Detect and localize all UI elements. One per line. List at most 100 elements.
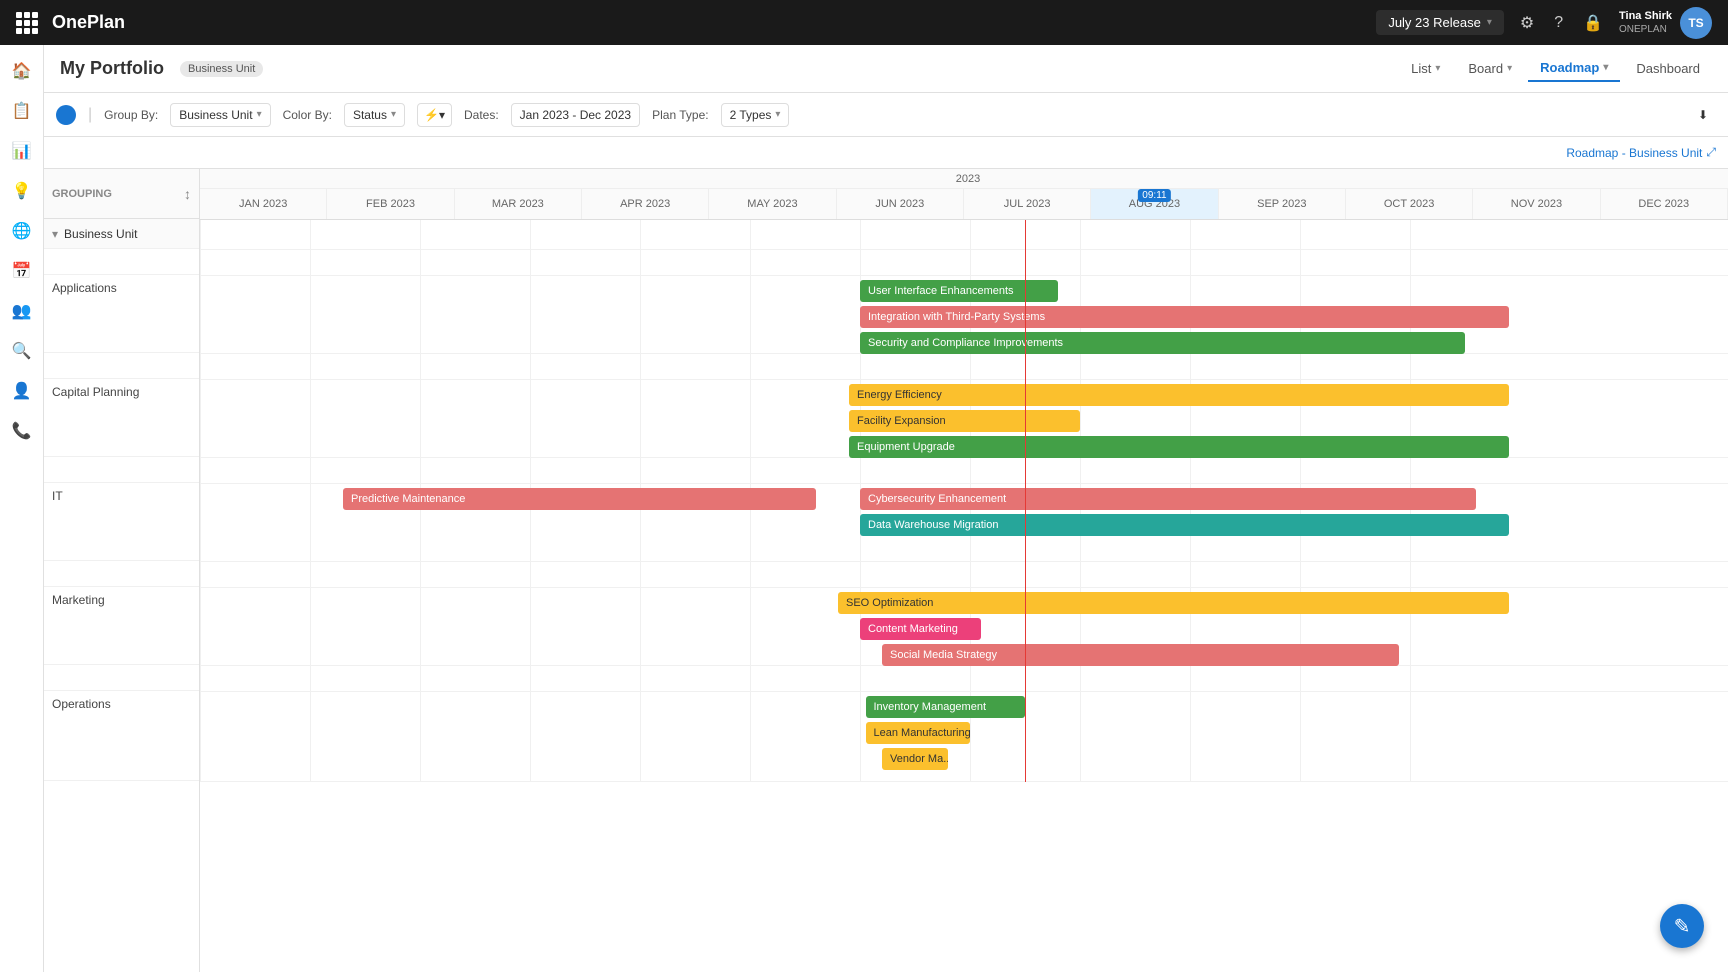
group-by-chevron-icon: ▾ [257, 109, 262, 120]
operations-group-label: Operations [44, 665, 199, 781]
filter-circle-icon [56, 105, 76, 125]
sidebar-search-icon[interactable]: 🔍 [4, 333, 40, 369]
sidebar-home-icon[interactable]: 🏠 [4, 53, 40, 89]
top-bar: OnePlan July 23 Release ▾ ⚙ ? 🔒 Tina Shi… [0, 0, 1728, 45]
avatar-initials: TS [1688, 16, 1703, 30]
list-view-button[interactable]: List ▾ [1399, 56, 1452, 81]
sort-icon[interactable]: ↕ [184, 186, 191, 202]
roadmap-title: Roadmap - Business Unit ⤢ [1566, 145, 1716, 160]
color-by-value: Status [353, 108, 387, 122]
bar-security-and-compliance-improv[interactable]: Security and Compliance Improvements [860, 332, 1465, 354]
dates-button[interactable]: Jan 2023 - Dec 2023 [511, 103, 640, 127]
grouping-header: GROUPING ↕ [44, 169, 199, 219]
help-icon[interactable]: ? [1550, 10, 1567, 36]
bar-seo-optimization[interactable]: SEO Optimization [838, 592, 1509, 614]
dates-label: Dates: [464, 108, 499, 122]
sidebar-user-icon[interactable]: 👥 [4, 293, 40, 329]
business-unit-group[interactable]: ▾ Business Unit [44, 219, 199, 249]
capital-planning-label: Capital Planning [44, 379, 199, 457]
marketing-label: Marketing [44, 587, 199, 665]
board-chevron-icon: ▾ [1507, 63, 1512, 74]
sidebar-globe-icon[interactable]: 🌐 [4, 213, 40, 249]
bar-social-media-strategy[interactable]: Social Media Strategy [882, 644, 1399, 666]
month-col-jul2023: JUL 2023 [964, 189, 1091, 219]
month-col-jan2023: JAN 2023 [200, 189, 327, 219]
release-button[interactable]: July 23 Release ▾ [1376, 10, 1504, 35]
today-marker: 09:11 [1138, 189, 1170, 202]
plan-type-chevron-icon: ▾ [775, 109, 780, 120]
gantt-row-10: Inventory Management Lean Manufacturing Ve… [200, 692, 1728, 782]
timeline-area[interactable]: 2023 JAN 2023FEB 2023MAR 2023APR 2023MAY… [200, 169, 1728, 972]
plan-type-value: 2 Types [730, 108, 772, 122]
gantt-row-4: Energy Efficiency Facility Expansion Equip… [200, 380, 1728, 458]
bar-inventory-management[interactable]: Inventory Management [866, 696, 1026, 718]
bar-equipment-upgrade[interactable]: Equipment Upgrade [849, 436, 1509, 458]
bar-lean-manufacturing[interactable]: Lean Manufacturing [866, 722, 971, 744]
sidebar-list-icon[interactable]: 📋 [4, 93, 40, 129]
main-layout: 🏠 📋 📊 💡 🌐 📅 👥 🔍 👤 📞 My Portfolio Busines… [0, 45, 1728, 972]
today-line [1025, 220, 1026, 782]
group-by-button[interactable]: Business Unit ▾ [170, 103, 270, 127]
marketing-group-label: Marketing [44, 561, 199, 665]
capital-spacer [44, 353, 199, 379]
content-area: My Portfolio Business Unit List ▾ Board … [44, 45, 1728, 972]
bar-predictive-maintenance[interactable]: Predictive Maintenance [343, 488, 816, 510]
month-col-mar2023: MAR 2023 [455, 189, 582, 219]
bar-vendor-ma...[interactable]: Vendor Ma... [882, 748, 948, 770]
page-header: My Portfolio Business Unit List ▾ Board … [44, 45, 1728, 93]
gantt-container: GROUPING ↕ ▾ Business Unit Applications [44, 169, 1728, 972]
month-col-feb2023: FEB 2023 [327, 189, 454, 219]
filter-button[interactable]: ⚡▾ [417, 103, 452, 127]
months-row: JAN 2023FEB 2023MAR 2023APR 2023MAY 2023… [200, 189, 1728, 219]
month-col-jun2023: JUN 2023 [837, 189, 964, 219]
export-button[interactable]: ⬇ [1690, 104, 1716, 126]
sidebar-bulb-icon[interactable]: 💡 [4, 173, 40, 209]
settings-icon[interactable]: ⚙ [1516, 9, 1538, 37]
sidebar-phone-icon[interactable]: 📞 [4, 413, 40, 449]
fab-button[interactable]: ✎ [1660, 904, 1704, 948]
row-labels: GROUPING ↕ ▾ Business Unit Applications [44, 169, 200, 972]
sidebar: 🏠 📋 📊 💡 🌐 📅 👥 🔍 👤 📞 [0, 45, 44, 972]
grid-icon [16, 12, 38, 34]
roadmap-view-label: Roadmap [1540, 60, 1599, 75]
page-title: My Portfolio [60, 58, 164, 79]
color-by-button[interactable]: Status ▾ [344, 103, 405, 127]
capital-planning-group-label: Capital Planning [44, 353, 199, 457]
bar-cybersecurity-enhancement[interactable]: Cybersecurity Enhancement [860, 488, 1476, 510]
applications-text: Applications [52, 281, 117, 295]
sidebar-roadmap-icon[interactable]: 📅 [4, 253, 40, 289]
bar-content-marketing[interactable]: Content Marketing [860, 618, 981, 640]
sidebar-chart-icon[interactable]: 📊 [4, 133, 40, 169]
user-org: ONEPLAN [1619, 23, 1672, 36]
dashboard-view-label: Dashboard [1636, 61, 1700, 76]
bar-integration-with-third-party-s[interactable]: Integration with Third-Party Systems [860, 306, 1509, 328]
gantt-row-2: User Interface Enhancements Integration w… [200, 276, 1728, 354]
bar-energy-efficiency[interactable]: Energy Efficiency [849, 384, 1509, 406]
list-chevron-icon: ▾ [1435, 63, 1440, 74]
month-col-may2023: MAY 2023 [709, 189, 836, 219]
roadmap-chevron-icon: ▾ [1603, 62, 1608, 73]
chevron-down-icon: ▾ [1487, 17, 1492, 28]
plan-type-button[interactable]: 2 Types ▾ [721, 103, 790, 127]
dashboard-view-button[interactable]: Dashboard [1624, 56, 1712, 81]
board-view-button[interactable]: Board ▾ [1456, 56, 1524, 81]
operations-label: Operations [44, 691, 199, 781]
month-col-aug2023: AUG 202309:11 [1091, 189, 1218, 219]
bar-user-interface-enhancements[interactable]: User Interface Enhancements [860, 280, 1058, 302]
gantt-row-9 [200, 666, 1728, 692]
view-switcher: List ▾ Board ▾ Roadmap ▾ Dashboard [1399, 55, 1712, 82]
year-row: 2023 [200, 169, 1728, 189]
bar-data-warehouse-migration[interactable]: Data Warehouse Migration [860, 514, 1509, 536]
app-name: OnePlan [52, 12, 125, 33]
business-unit-label: Business Unit [64, 227, 137, 241]
roadmap-title-text: Roadmap - Business Unit [1566, 146, 1702, 160]
capital-planning-text: Capital Planning [52, 385, 139, 399]
bar-facility-expansion[interactable]: Facility Expansion [849, 410, 1080, 432]
sidebar-person-icon[interactable]: 👤 [4, 373, 40, 409]
plan-type-label: Plan Type: [652, 108, 708, 122]
operations-text: Operations [52, 697, 111, 711]
release-label: July 23 Release [1388, 15, 1481, 30]
it-label: IT [44, 483, 199, 561]
lock-icon[interactable]: 🔒 [1579, 9, 1607, 37]
roadmap-view-button[interactable]: Roadmap ▾ [1528, 55, 1620, 82]
